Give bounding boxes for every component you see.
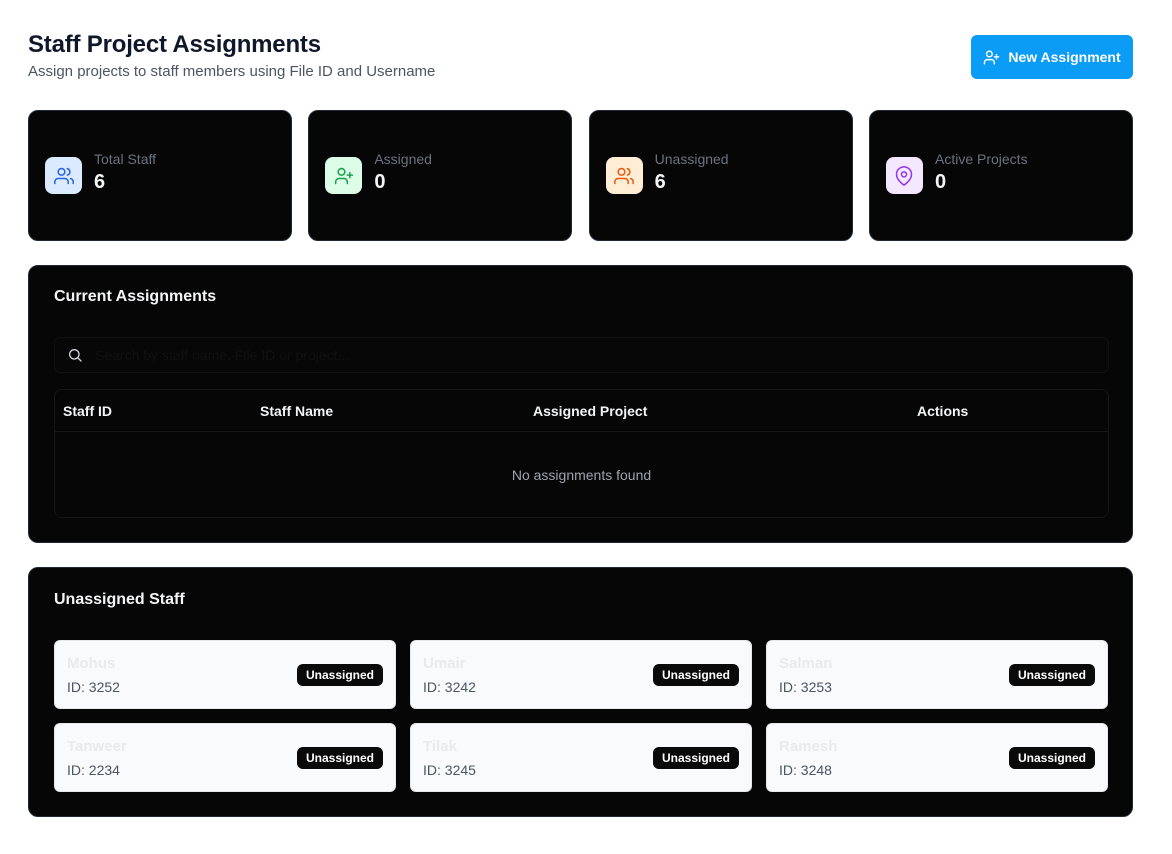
stat-card-assigned: Assigned 0: [308, 110, 573, 241]
column-header-actions: Actions: [917, 403, 969, 419]
stat-label: Total Staff: [94, 150, 157, 167]
staff-grid: Mohus ID: 3252 Unassigned Umair ID: 3242…: [54, 640, 1109, 792]
stat-label: Assigned: [374, 150, 432, 167]
status-badge: Unassigned: [1008, 747, 1095, 769]
page-header: Staff Project Assignments Assign project…: [28, 30, 1133, 86]
stat-value: 0: [934, 170, 947, 193]
stat-label: Unassigned: [654, 150, 729, 167]
stat-icon-box: [885, 157, 923, 194]
status-badge: Unassigned: [1008, 664, 1095, 686]
staff-card[interactable]: Tanweer ID: 2234 Unassigned: [54, 723, 396, 792]
users-icon: [614, 167, 635, 184]
page-title: Staff Project Assignments: [28, 31, 321, 58]
staff-card[interactable]: Ramesh ID: 3248 Unassigned: [766, 723, 1108, 792]
stat-card-active-projects: Active Projects 0: [868, 110, 1133, 241]
current-assignments-panel: Current Assignments Staff ID Staff Name …: [28, 265, 1133, 543]
column-header-assigned-project: Assigned Project: [533, 403, 648, 419]
staff-card[interactable]: Salman ID: 3253 Unassigned: [766, 640, 1108, 709]
staff-name: Mohus: [67, 655, 116, 672]
assignments-table: Staff ID Staff Name Assigned Project Act…: [54, 389, 1109, 518]
stat-icon-box: [605, 157, 643, 194]
users-icon: [53, 167, 74, 184]
status-badge: Unassigned: [652, 747, 739, 769]
column-header-staff-name: Staff Name: [260, 403, 334, 419]
empty-state-text: No assignments found: [511, 467, 652, 483]
staff-card[interactable]: Mohus ID: 3252 Unassigned: [54, 640, 396, 709]
new-assignment-button[interactable]: New Assignment: [971, 35, 1133, 79]
stat-value: 6: [654, 170, 666, 193]
staff-name: Ramesh: [779, 738, 838, 755]
new-assignment-label: New Assignment: [1008, 49, 1121, 65]
table-header: Staff ID Staff Name Assigned Project Act…: [55, 390, 1108, 432]
stat-value: 6: [94, 170, 106, 193]
staff-name: Salman: [779, 655, 833, 672]
status-badge: Unassigned: [652, 664, 739, 686]
staff-name: Umair: [423, 655, 466, 672]
page-subtitle: Assign projects to staff members using F…: [28, 63, 436, 80]
search-icon: [69, 349, 82, 362]
staff-id: ID: 3253: [779, 679, 832, 695]
staff-name: Tanweer: [67, 738, 127, 755]
staff-id: ID: 2234: [67, 762, 120, 778]
map-pin-icon: [896, 165, 913, 186]
staff-id: ID: 3252: [67, 679, 120, 695]
staff-id: ID: 3242: [423, 679, 476, 695]
stat-card-total-staff: Total Staff 6: [28, 110, 292, 241]
stats-row: Total Staff 6 Assigned 0 Unassigned 6 Ac…: [28, 110, 1133, 241]
current-assignments-title: Current Assignments: [54, 288, 217, 305]
status-badge: Unassigned: [296, 664, 383, 686]
stat-icon-box: [45, 157, 82, 194]
stat-value: 0: [374, 170, 386, 193]
search-box: [54, 337, 1109, 373]
stat-icon-box: [325, 157, 363, 194]
stat-card-unassigned: Unassigned 6: [588, 110, 853, 241]
staff-card[interactable]: Tilak ID: 3245 Unassigned: [410, 723, 752, 792]
unassigned-staff-title: Unassigned Staff: [54, 591, 185, 608]
staff-id: ID: 3245: [423, 762, 476, 778]
stat-label: Active Projects: [934, 150, 1028, 167]
staff-card[interactable]: Umair ID: 3242 Unassigned: [410, 640, 752, 709]
user-plus-icon: [984, 49, 1000, 65]
column-header-staff-id: Staff ID: [63, 403, 112, 419]
status-badge: Unassigned: [296, 747, 383, 769]
staff-name: Tilak: [423, 738, 457, 755]
unassigned-staff-panel: Unassigned Staff Mohus ID: 3252 Unassign…: [28, 567, 1133, 817]
staff-id: ID: 3248: [779, 762, 832, 778]
user-plus-icon: [334, 167, 353, 184]
search-input[interactable]: [95, 338, 1108, 372]
